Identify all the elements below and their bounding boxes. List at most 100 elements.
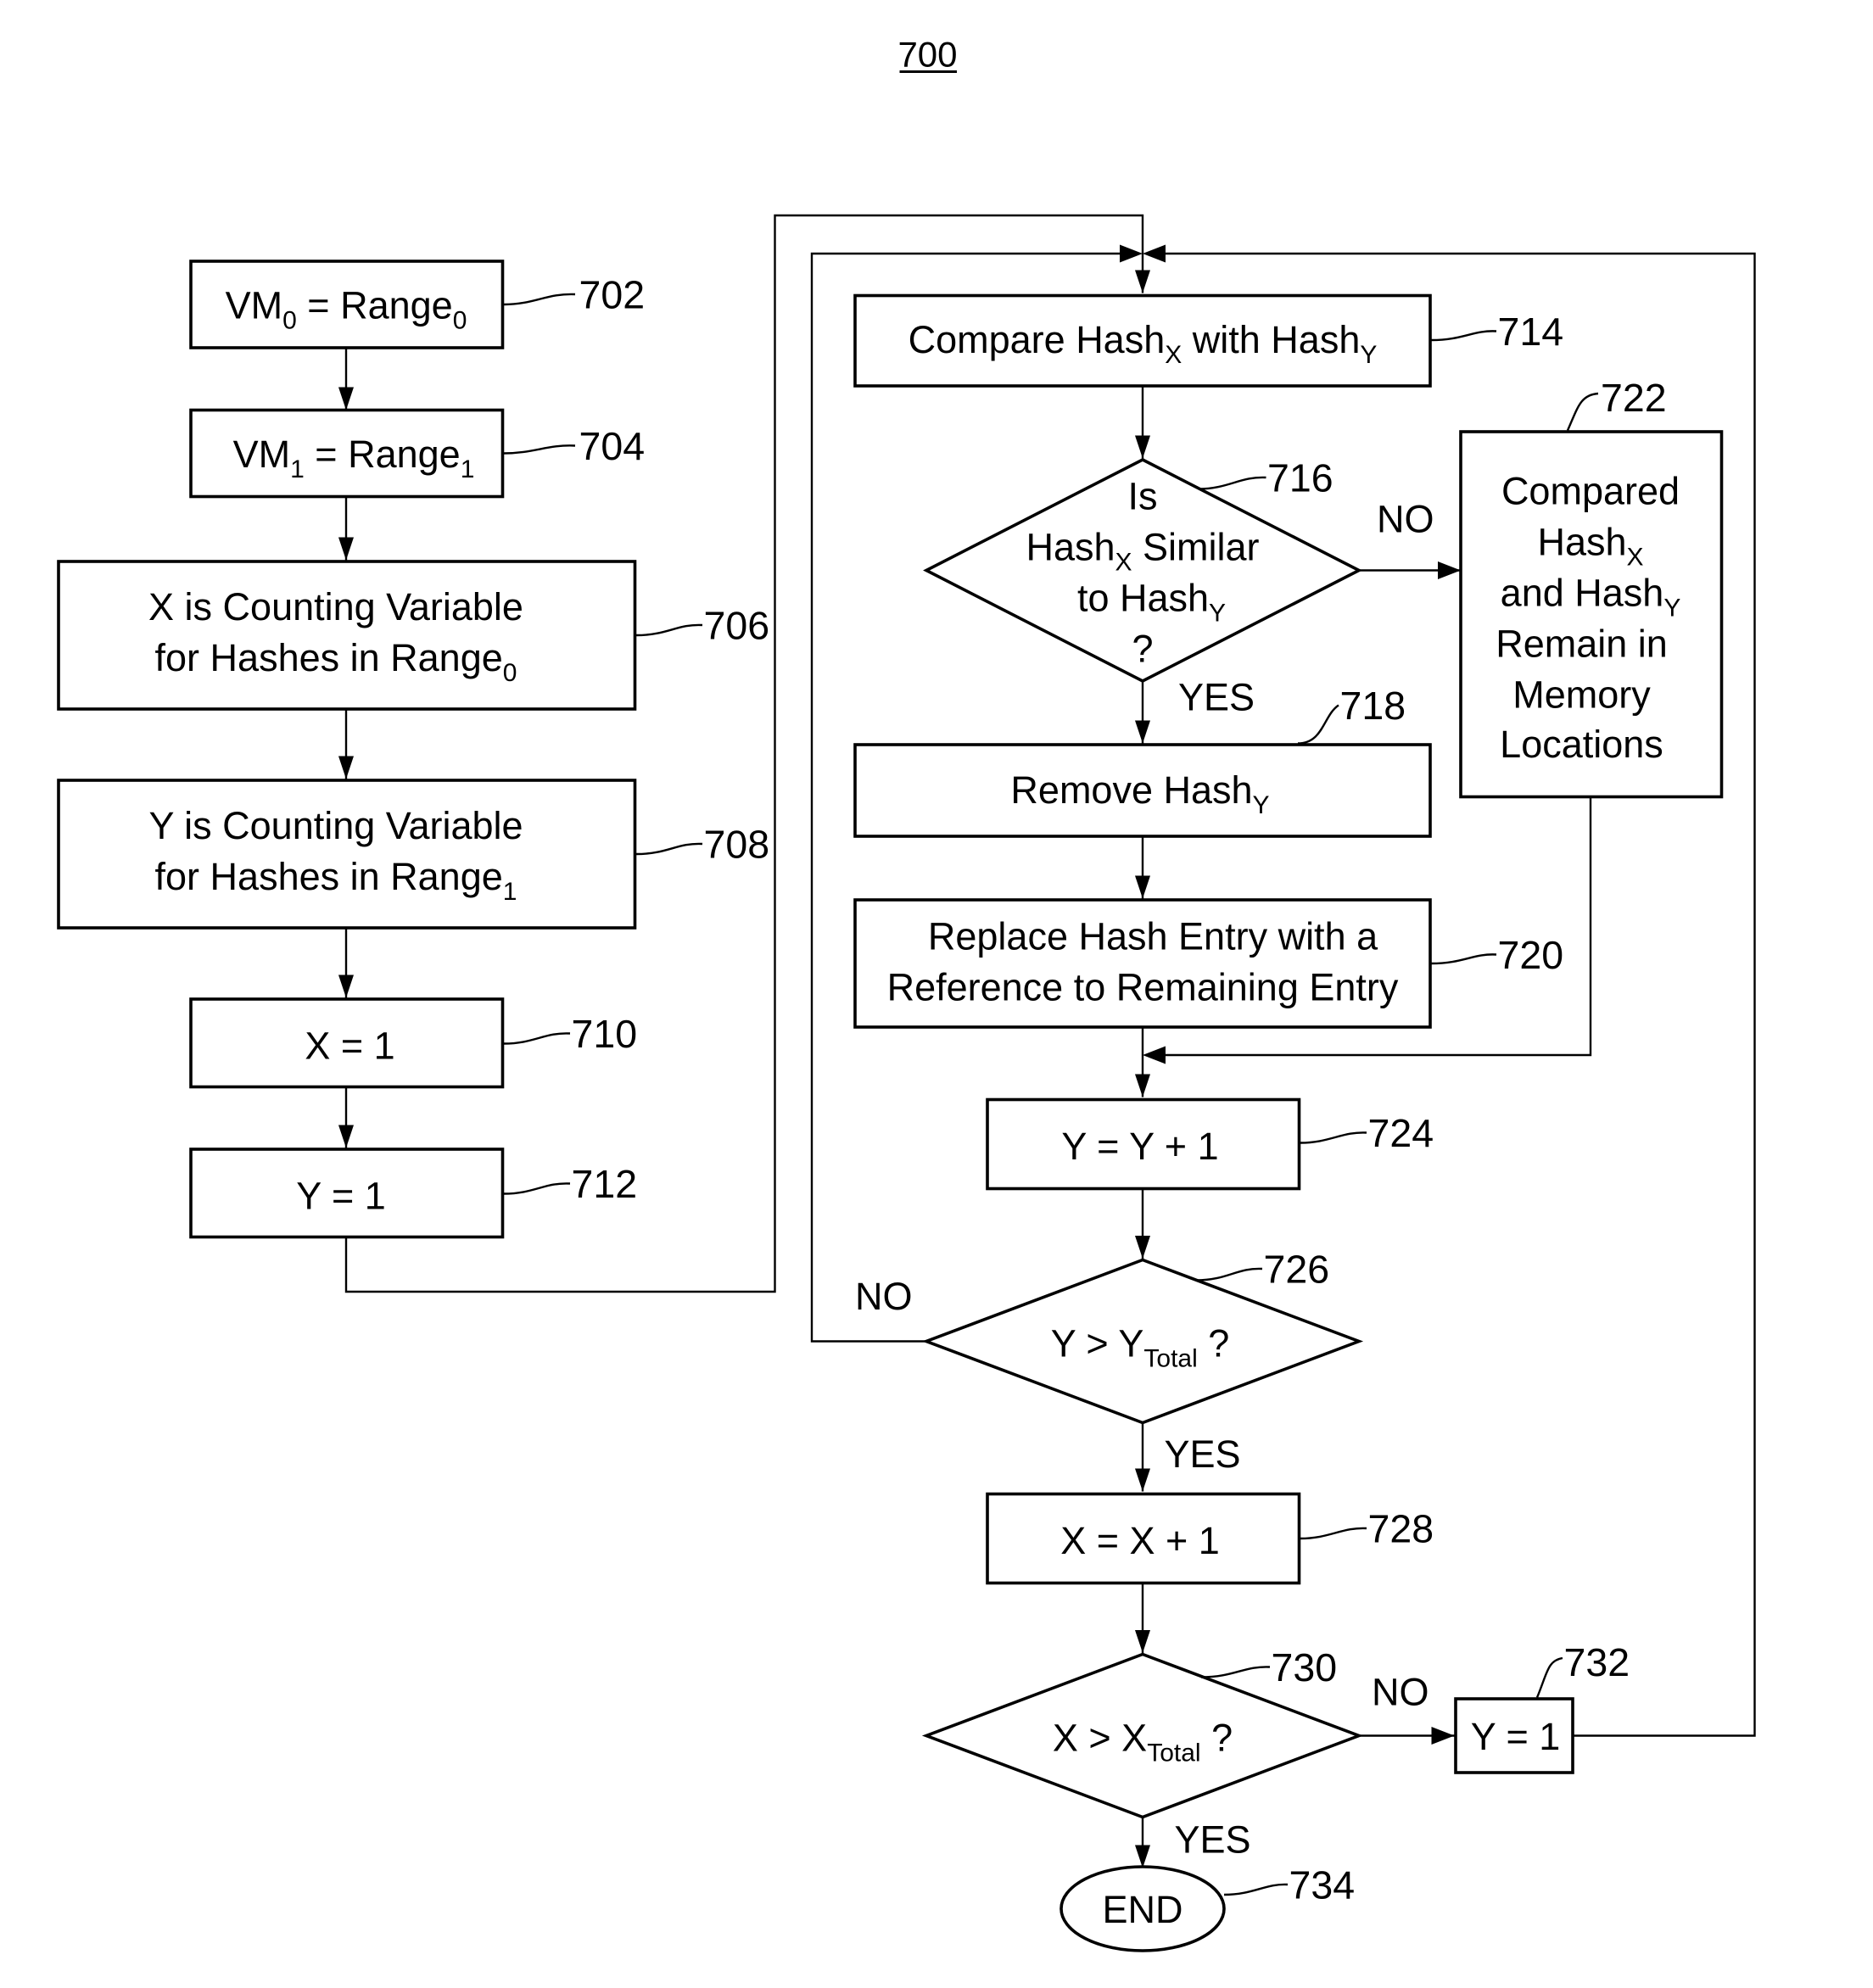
step-712-label: Y = 1 (296, 1175, 386, 1218)
step-732-ref: 732 (1564, 1640, 1630, 1684)
step-706-line1: X is Counting Variable (148, 585, 523, 628)
decision-716-line1: Is (1127, 475, 1157, 518)
figure-number: 700 (897, 35, 957, 75)
step-720: Replace Hash Entry with a Reference to R… (853, 898, 1564, 1029)
step-714-leader (1431, 330, 1497, 342)
arrowhead (1135, 435, 1150, 459)
arrowhead (1431, 1727, 1455, 1745)
decision-716-no-label: NO (1377, 498, 1434, 541)
arrowhead (1135, 1468, 1150, 1492)
step-724: Y = Y + 1 724 (986, 1097, 1434, 1191)
step-722-leader (1566, 392, 1599, 431)
decision-716-line3: to HashY (1077, 577, 1226, 628)
decision-716-line2: HashX Similar (1026, 526, 1259, 577)
step-704-leader (503, 444, 576, 455)
step-722-ref: 722 (1601, 376, 1667, 420)
arrowhead (338, 387, 354, 410)
step-722-line4: Remain in (1496, 623, 1668, 666)
decision-730-yes-label: YES (1175, 1818, 1251, 1862)
step-722-line1: Compared (1501, 470, 1680, 513)
step-704-ref: 704 (579, 424, 646, 468)
decision-716-yes-label: YES (1178, 676, 1255, 719)
arrowhead (338, 1125, 354, 1148)
arrowhead (1135, 1236, 1150, 1259)
step-710-label: X = 1 (305, 1025, 394, 1068)
decision-730-leader (1200, 1666, 1271, 1678)
arrowhead (338, 537, 354, 561)
step-706-ref: 706 (704, 604, 770, 648)
step-708-ref: 708 (704, 823, 770, 867)
arrowhead (1143, 1046, 1166, 1064)
decision-730: X > XTotal ? 730 (921, 1645, 1364, 1819)
step-702-ref: 702 (579, 273, 646, 317)
step-712: Y = 1 712 (189, 1148, 638, 1239)
step-728-ref: 728 (1368, 1507, 1434, 1551)
step-728-leader (1300, 1527, 1367, 1540)
terminal-734: END 734 (1060, 1863, 1356, 1952)
step-708: Y is Counting Variable for Hashes in Ran… (57, 779, 770, 930)
step-724-leader (1300, 1131, 1367, 1144)
step-714: Compare HashX with HashY 714 (853, 293, 1564, 388)
decision-716-ref: 716 (1267, 456, 1333, 500)
decision-730-no-label: NO (1372, 1671, 1429, 1714)
step-710: X = 1 710 (189, 997, 638, 1089)
step-720-line2: Reference to Remaining Entry (887, 966, 1399, 1009)
step-704-label: VM1 = Range1 (233, 433, 475, 483)
arrowhead (1135, 1845, 1150, 1868)
step-702-label: VM0 = Range0 (226, 284, 467, 335)
arrowhead (1143, 244, 1166, 263)
arrowhead (1438, 561, 1461, 579)
arrowhead (338, 756, 354, 779)
step-722-line5: Memory (1512, 673, 1651, 717)
decision-730-label: X > XTotal ? (1053, 1717, 1233, 1767)
decision-726: Y > YTotal ? 726 (921, 1248, 1364, 1425)
terminal-734-label: END (1102, 1888, 1183, 1931)
arrowhead (338, 974, 354, 998)
step-720-ref: 720 (1498, 933, 1564, 977)
step-714-ref: 714 (1498, 310, 1564, 354)
step-712-ref: 712 (572, 1162, 638, 1206)
step-732-label: Y = 1 (1471, 1715, 1561, 1758)
step-704: VM1 = Range1 704 (189, 408, 646, 499)
decision-730-ref: 730 (1272, 1645, 1338, 1689)
decision-726-leader (1195, 1267, 1263, 1282)
flowchart-700: 700 VM0 = Range0 702 VM1 = Range1 704 X … (57, 35, 1756, 1952)
step-724-ref: 724 (1368, 1111, 1434, 1155)
step-732: Y = 1 732 (1454, 1640, 1630, 1774)
step-722-line3: and HashY (1501, 572, 1681, 623)
step-720-leader (1431, 953, 1497, 965)
decision-726-label: Y > YTotal ? (1051, 1322, 1230, 1373)
step-718-label: Remove HashY (1010, 768, 1269, 819)
step-702: VM0 = Range0 702 (189, 260, 646, 349)
step-708-line1: Y is Counting Variable (148, 804, 523, 847)
arrowhead (1135, 875, 1150, 899)
step-718-ref: 718 (1340, 684, 1406, 728)
step-706: X is Counting Variable for Hashes in Ran… (57, 560, 770, 711)
step-732-leader (1535, 1656, 1563, 1698)
step-706-line2: for Hashes in Range0 (155, 636, 517, 687)
terminal-734-ref: 734 (1289, 1863, 1356, 1907)
decision-726-ref: 726 (1264, 1248, 1330, 1292)
decision-716-leader (1198, 476, 1266, 490)
decision-726-no-label: NO (855, 1275, 913, 1318)
arrowhead (1135, 270, 1150, 293)
arrowhead (1120, 244, 1143, 263)
arrowhead (1135, 1074, 1150, 1097)
step-708-leader (635, 842, 703, 856)
decision-726-yes-label: YES (1165, 1432, 1241, 1476)
step-708-line2: for Hashes in Range1 (155, 855, 517, 906)
step-728: X = X + 1 728 (986, 1492, 1434, 1585)
step-710-ref: 710 (572, 1012, 638, 1056)
step-722: Compared HashX and HashY Remain in Memor… (1459, 376, 1724, 799)
step-714-label: Compare HashX with HashY (909, 318, 1378, 369)
decision-716-line4: ? (1132, 628, 1153, 671)
step-722-line6: Locations (1500, 723, 1663, 766)
step-720-line1: Replace Hash Entry with a (928, 915, 1378, 958)
decision-716: Is HashX Similar to HashY ? 716 (923, 456, 1362, 684)
step-706-leader (635, 623, 703, 637)
terminal-734-leader (1223, 1883, 1289, 1896)
figure-number-text: 700 (897, 35, 957, 75)
arrowhead (1135, 1630, 1150, 1653)
step-718-leader (1297, 704, 1339, 745)
step-710-leader (503, 1032, 571, 1045)
